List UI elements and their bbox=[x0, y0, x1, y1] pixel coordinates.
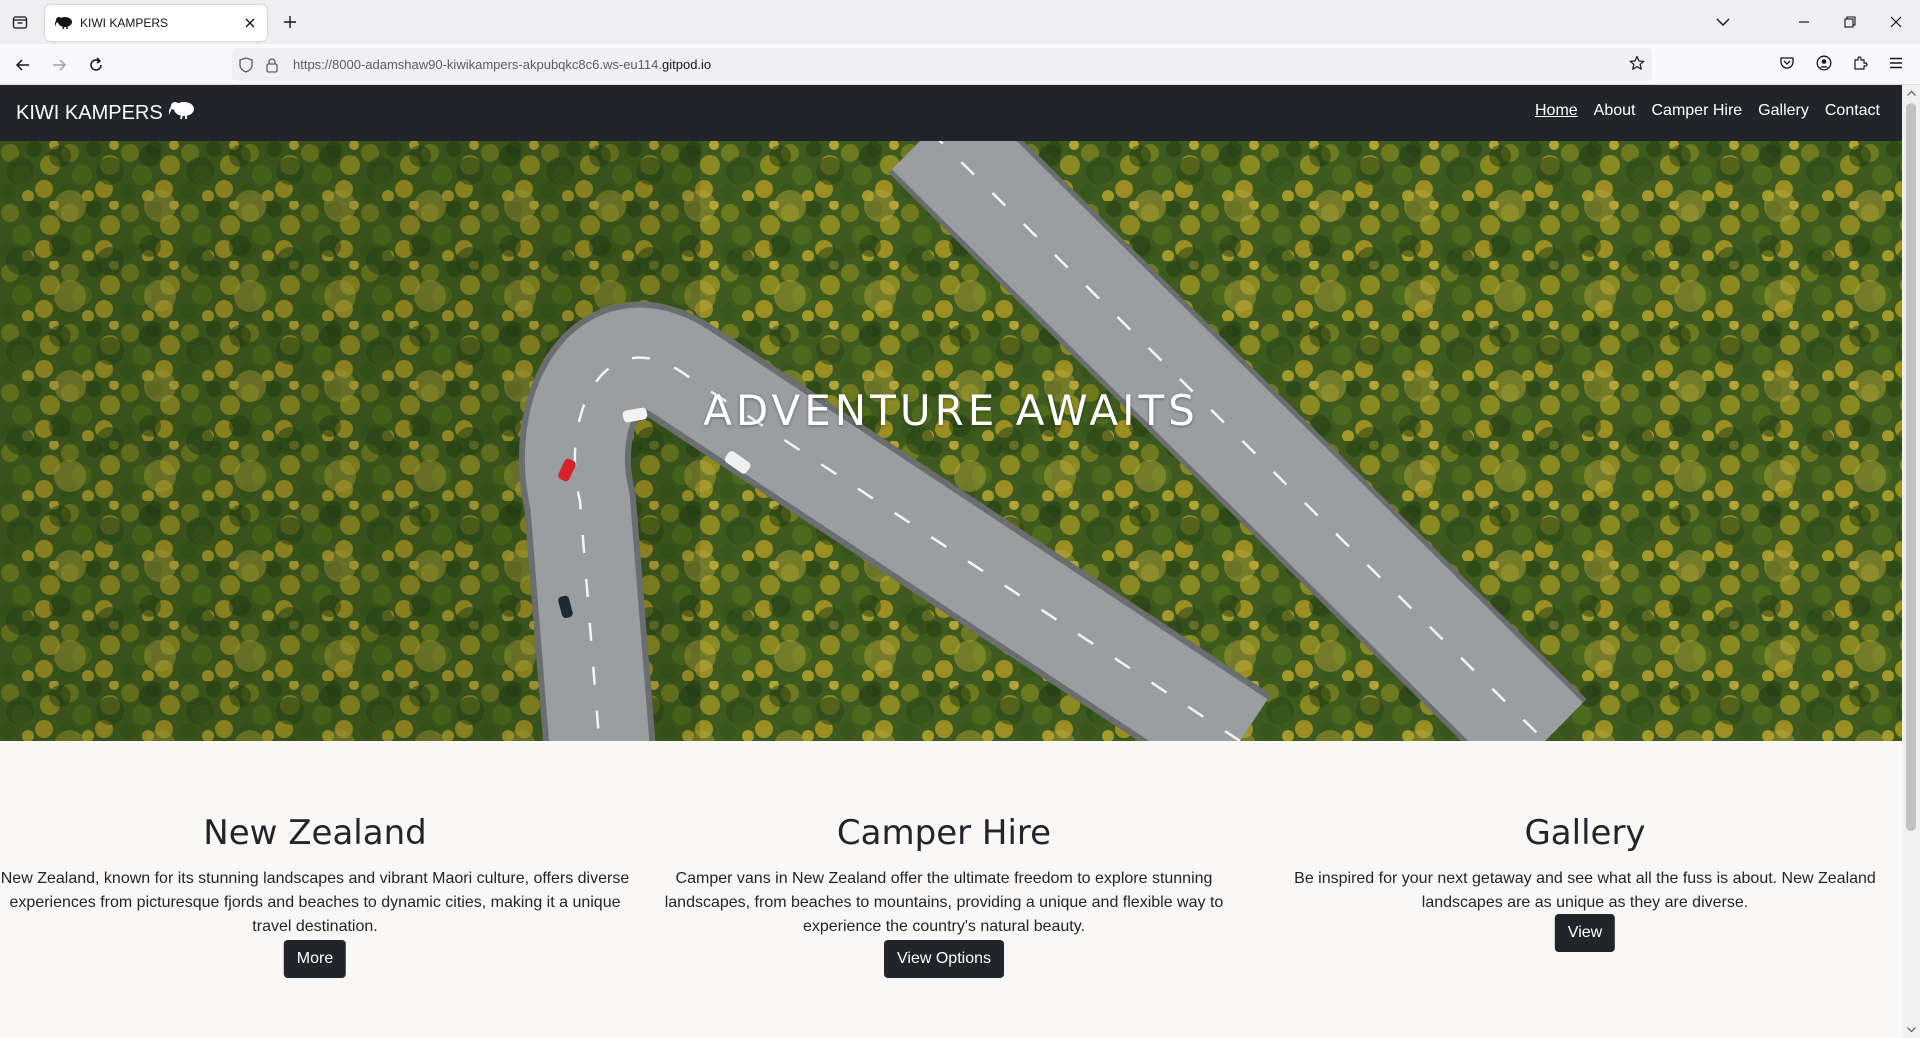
card-text: Be inspired for your next getaway and se… bbox=[1294, 870, 1876, 911]
site-navbar: KIWI KAMPERS Home About Camper Hire Gall… bbox=[0, 85, 1902, 141]
kiwi-bird-icon bbox=[55, 14, 73, 32]
card-title: New Zealand bbox=[203, 813, 427, 853]
scroll-down-icon[interactable] bbox=[1905, 1024, 1917, 1036]
new-tab-icon[interactable] bbox=[279, 11, 301, 33]
nav-links: Home About Camper Hire Gallery Contact bbox=[1535, 102, 1880, 120]
restore-icon[interactable] bbox=[1838, 10, 1862, 34]
site-brand[interactable]: KIWI KAMPERS bbox=[16, 100, 195, 126]
browser-tab[interactable]: KIWI KAMPERS bbox=[45, 5, 267, 41]
minimize-icon[interactable] bbox=[1792, 10, 1816, 34]
extensions-icon[interactable] bbox=[1848, 51, 1872, 75]
nav-link-home[interactable]: Home bbox=[1535, 102, 1578, 120]
hero-image bbox=[0, 141, 1902, 741]
lock-icon[interactable] bbox=[263, 56, 281, 74]
nav-link-contact[interactable]: Contact bbox=[1825, 102, 1880, 120]
list-all-tabs-icon[interactable] bbox=[1711, 10, 1735, 34]
hero-section: ADVENTURE AWAITS bbox=[0, 141, 1902, 741]
forward-icon[interactable] bbox=[47, 53, 71, 77]
scroll-up-icon[interactable] bbox=[1905, 87, 1917, 99]
hero-title: ADVENTURE AWAITS bbox=[703, 386, 1199, 436]
view-options-button[interactable]: View Options bbox=[884, 940, 1004, 978]
more-button[interactable]: More bbox=[283, 940, 347, 978]
reload-icon[interactable] bbox=[84, 53, 108, 77]
scrollbar-thumb[interactable] bbox=[1906, 103, 1916, 831]
shield-icon[interactable] bbox=[237, 56, 255, 74]
view-button[interactable]: View bbox=[1554, 914, 1616, 952]
brand-label: KIWI KAMPERS bbox=[16, 101, 163, 124]
back-icon[interactable] bbox=[11, 53, 35, 77]
card-title: Camper Hire bbox=[836, 813, 1052, 853]
card-title: Gallery bbox=[1524, 813, 1646, 853]
menu-icon[interactable] bbox=[1884, 51, 1908, 75]
url-text: https://8000-adamshaw90-kiwikampers-akpu… bbox=[293, 57, 711, 72]
nav-link-about[interactable]: About bbox=[1594, 102, 1636, 120]
page-scrollbar[interactable] bbox=[1902, 85, 1920, 1038]
card-text: New Zealand, known for its stunning land… bbox=[0, 870, 630, 935]
bookmark-star-icon[interactable] bbox=[1625, 51, 1649, 75]
nav-link-camper-hire[interactable]: Camper Hire bbox=[1651, 102, 1742, 120]
kiwi-bird-icon bbox=[166, 100, 195, 126]
url-prefix: https://8000-adamshaw90-kiwikampers-akpu… bbox=[293, 57, 663, 72]
nav-link-gallery[interactable]: Gallery bbox=[1758, 102, 1809, 120]
browser-tab-bar: KIWI KAMPERS bbox=[0, 0, 1920, 44]
close-tab-icon[interactable] bbox=[241, 14, 259, 32]
tab-list-icon[interactable] bbox=[8, 10, 32, 34]
close-window-icon[interactable] bbox=[1884, 10, 1908, 34]
address-bar[interactable]: https://8000-adamshaw90-kiwikampers-akpu… bbox=[232, 48, 1652, 81]
card-text: Camper vans in New Zealand offer the ult… bbox=[664, 870, 1224, 935]
tab-title: KIWI KAMPERS bbox=[80, 16, 169, 30]
page-viewport: KIWI KAMPERS Home About Camper Hire Gall… bbox=[0, 85, 1920, 1038]
feature-cards: New Zealand New Zealand, known for its s… bbox=[0, 741, 1902, 1038]
pocket-icon[interactable] bbox=[1775, 51, 1799, 75]
url-domain: gitpod.io bbox=[662, 57, 712, 72]
account-icon[interactable] bbox=[1812, 51, 1836, 75]
